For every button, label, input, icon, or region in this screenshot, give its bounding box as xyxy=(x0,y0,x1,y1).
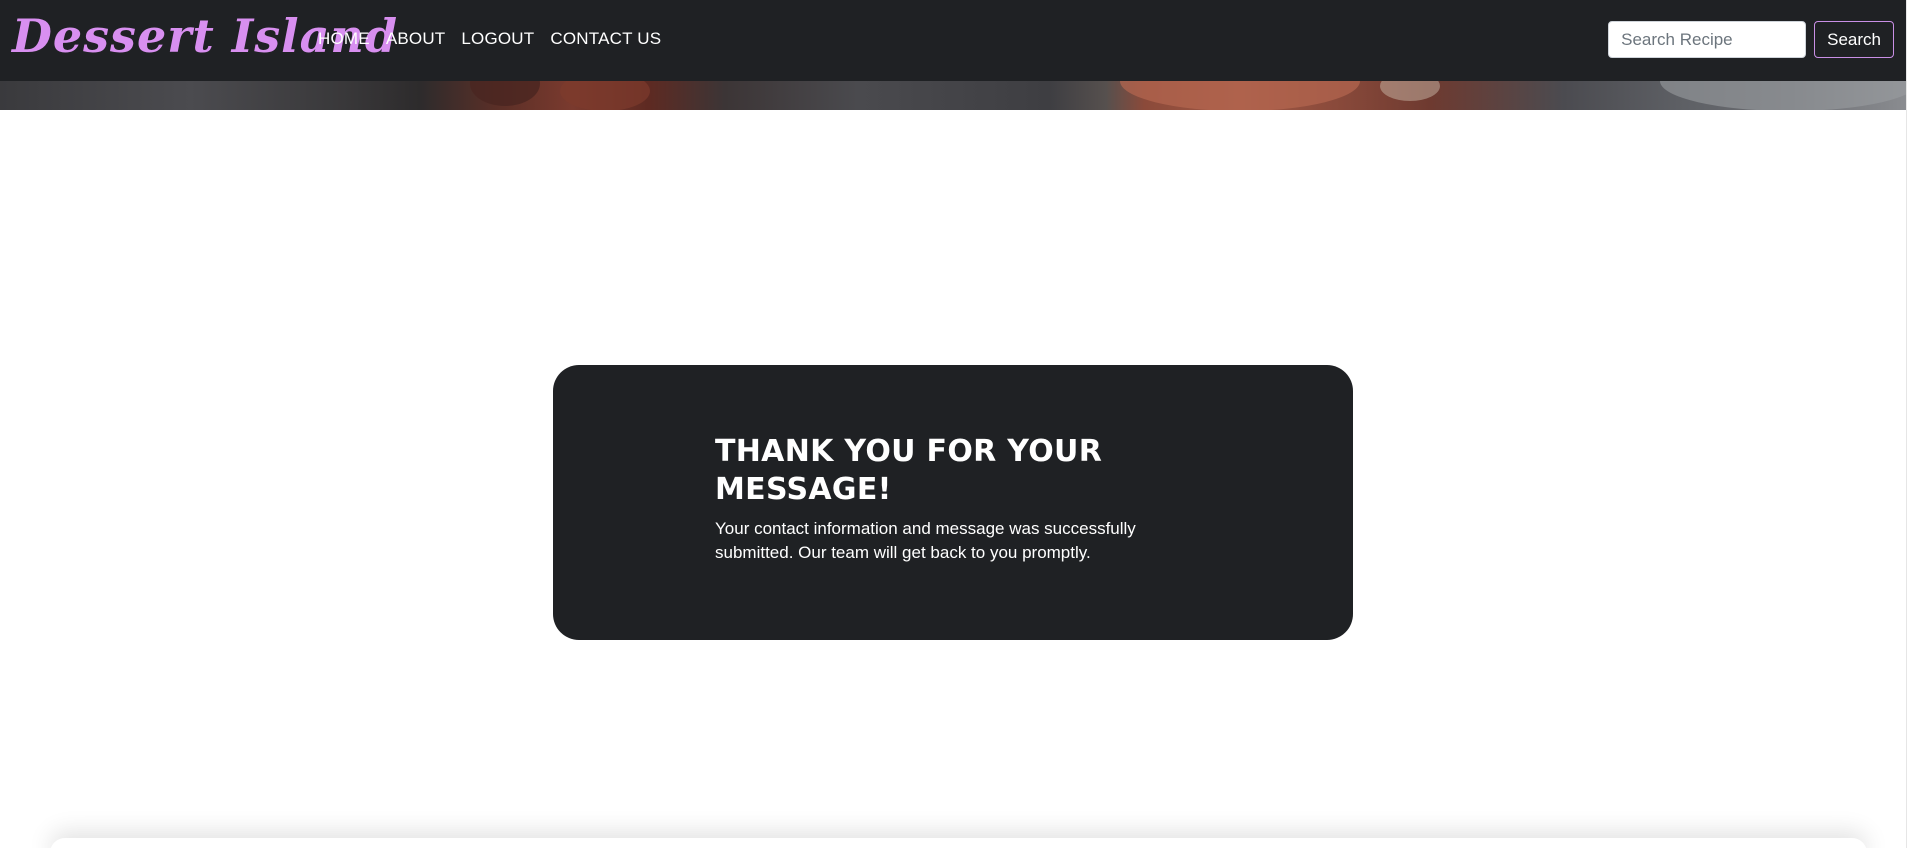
search-form: Search xyxy=(1608,21,1894,58)
nav-link-home[interactable]: HOME xyxy=(318,26,370,52)
thank-you-text: Your contact information and message was… xyxy=(715,519,1136,562)
navbar: Dessert Island HOME ABOUT LOGOUT CONTACT… xyxy=(0,0,1907,81)
nav-link-about[interactable]: ABOUT xyxy=(386,26,446,52)
thank-you-content: THANK YOU FOR YOUR MESSAGE! Your contact… xyxy=(715,433,1185,565)
hero-image-strip xyxy=(0,81,1907,110)
footer-edge xyxy=(50,838,1867,848)
thank-you-card: THANK YOU FOR YOUR MESSAGE! Your contact… xyxy=(553,365,1353,640)
nav-link-contact-us[interactable]: CONTACT US xyxy=(550,26,661,52)
search-button[interactable]: Search xyxy=(1814,21,1894,58)
search-input[interactable] xyxy=(1608,21,1807,58)
page: Dessert Island HOME ABOUT LOGOUT CONTACT… xyxy=(0,0,1907,848)
nav-links: HOME ABOUT LOGOUT CONTACT US xyxy=(318,26,677,52)
nav-link-logout[interactable]: LOGOUT xyxy=(461,26,534,52)
thank-you-title: THANK YOU FOR YOUR MESSAGE! xyxy=(715,434,1103,507)
